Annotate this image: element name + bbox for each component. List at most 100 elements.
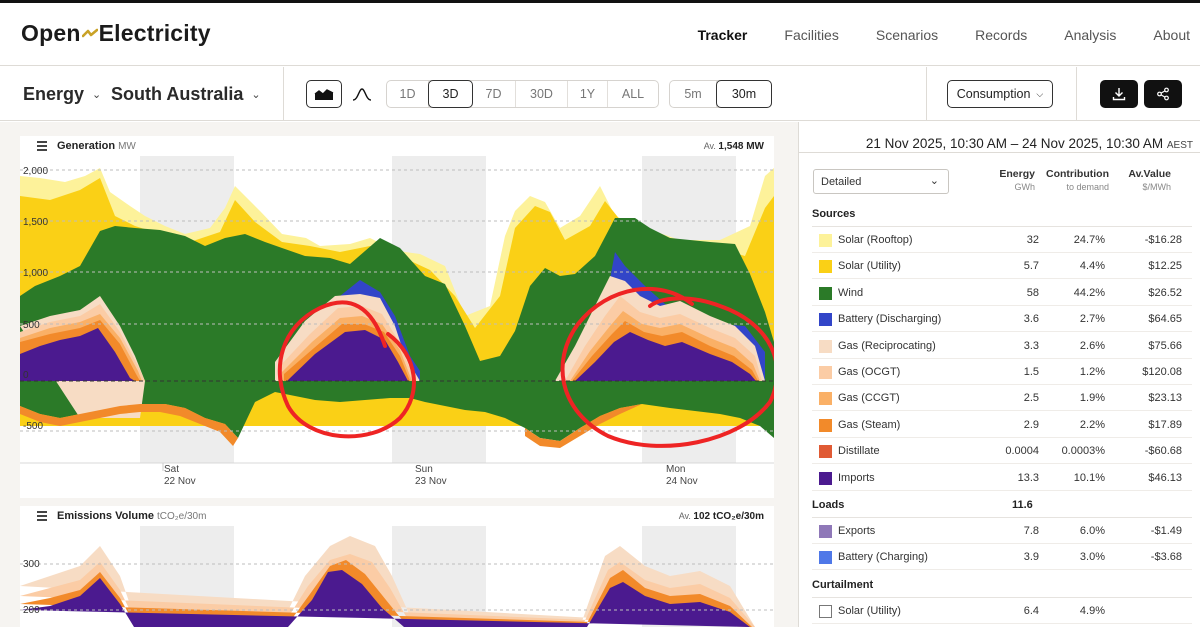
- column-sub: GWh: [1014, 182, 1035, 192]
- color-swatch[interactable]: [819, 366, 832, 379]
- line-chart-button[interactable]: [344, 80, 380, 108]
- color-swatch[interactable]: [819, 339, 832, 353]
- section-curtailment: Curtailment: [812, 579, 874, 591]
- column-label: Energy: [999, 168, 1035, 180]
- row-value: $46.13: [1148, 471, 1182, 484]
- y-tick-label: -500: [23, 421, 43, 432]
- download-button[interactable]: [1100, 80, 1138, 108]
- emissions-average-prefix: Av.: [678, 511, 691, 521]
- row-name: Solar (Utility): [838, 260, 901, 273]
- row-name: Solar (Utility): [838, 605, 901, 617]
- nav-about[interactable]: About: [1153, 27, 1190, 43]
- nav-analysis[interactable]: Analysis: [1064, 27, 1116, 43]
- row-contribution: 4.4%: [1079, 260, 1105, 273]
- table-row[interactable]: Gas (Reciprocating) 3.3 2.6% $75.66: [812, 333, 1192, 359]
- y-tick-label: 500: [23, 320, 40, 331]
- table-row[interactable]: Wind 58 44.2% $26.52: [812, 280, 1192, 306]
- generation-unit: MW: [118, 141, 136, 152]
- interval-30m[interactable]: 30m: [716, 80, 772, 108]
- table-row[interactable]: Imports 13.3 10.1% $46.13: [812, 465, 1192, 491]
- emissions-chart[interactable]: 300 200: [20, 526, 774, 627]
- table-row[interactable]: Solar (Utility) 6.4 4.9%: [812, 598, 1192, 624]
- emissions-title-text: Emissions Volume: [57, 510, 154, 522]
- table-row[interactable]: Gas (Steam) 2.9 2.2% $17.89: [812, 412, 1192, 438]
- row-contribution: 44.2%: [1073, 286, 1105, 299]
- nav-tracker[interactable]: Tracker: [698, 27, 748, 43]
- row-energy: 7.8: [1023, 525, 1039, 537]
- row-energy: 58: [1026, 286, 1039, 299]
- color-swatch[interactable]: [819, 418, 832, 432]
- table-row[interactable]: Gas (OCGT) 1.5 1.2% $120.08: [812, 359, 1192, 385]
- range-1d[interactable]: 1D: [387, 81, 429, 107]
- row-contribution: 2.2%: [1079, 418, 1105, 431]
- chevron-down-icon: ⌵: [1036, 88, 1044, 99]
- top-navigation: Open Electricity Tracker Facilities Scen…: [0, 0, 1200, 66]
- detail-mode-select[interactable]: Detailed ⌄: [813, 169, 949, 194]
- metric-select-label: Energy: [23, 84, 85, 104]
- y-tick-label: 1,000: [23, 268, 48, 279]
- color-swatch[interactable]: [819, 445, 832, 459]
- nav-records[interactable]: Records: [975, 27, 1027, 43]
- nav-facilities[interactable]: Facilities: [784, 27, 838, 43]
- column-label: Av.Value: [1128, 168, 1171, 180]
- table-row[interactable]: Battery (Discharging) 3.6 2.7% $64.65: [812, 306, 1192, 333]
- color-swatch[interactable]: [819, 525, 832, 538]
- color-swatch[interactable]: [819, 286, 832, 300]
- control-bar: Energy ⌄ South Australia ⌄ 1D 3D 7D 30D …: [0, 67, 1200, 121]
- timezone-label: AEST: [1166, 140, 1193, 151]
- range-all[interactable]: ALL: [608, 81, 658, 107]
- logo[interactable]: Open Electricity: [21, 20, 211, 47]
- row-value: -$60.68: [1144, 445, 1182, 458]
- x-date-label: 22 Nov: [164, 476, 196, 487]
- x-day-label: Sat: [164, 464, 179, 475]
- range-3d[interactable]: 3D: [428, 80, 473, 108]
- range-1y[interactable]: 1Y: [568, 81, 608, 107]
- logo-bolt-icon: [81, 28, 98, 37]
- row-value: $120.08: [1142, 366, 1182, 378]
- menu-icon[interactable]: [37, 141, 47, 153]
- row-contribution: 2.6%: [1079, 339, 1105, 352]
- logo-text-open: Open: [21, 20, 81, 46]
- row-contribution: 24.7%: [1073, 234, 1105, 246]
- table-row[interactable]: Distillate 0.0004 0.0003% -$60.68: [812, 438, 1192, 465]
- color-swatch[interactable]: [819, 551, 832, 565]
- menu-icon[interactable]: [37, 511, 47, 523]
- color-swatch[interactable]: [819, 260, 832, 274]
- color-swatch[interactable]: [819, 605, 832, 618]
- nav-scenarios[interactable]: Scenarios: [876, 27, 938, 43]
- row-value: -$16.28: [1144, 234, 1182, 246]
- row-name: Imports: [838, 471, 875, 484]
- row-name: Battery (Discharging): [838, 313, 942, 326]
- detail-mode-label: Detailed: [821, 175, 862, 188]
- metric-select[interactable]: Energy ⌄: [23, 84, 101, 105]
- table-row[interactable]: Battery (Charging) 3.9 3.0% -$3.68: [812, 544, 1192, 571]
- x-date-label: 24 Nov: [666, 476, 698, 487]
- row-name: Battery (Charging): [838, 551, 928, 564]
- table-row[interactable]: Solar (Rooftop) 32 24.7% -$16.28: [812, 227, 1192, 253]
- table-row[interactable]: Exports 7.8 6.0% -$1.49: [812, 518, 1192, 544]
- color-swatch[interactable]: [819, 471, 832, 485]
- y-tick-label: 0: [23, 370, 29, 381]
- table-row[interactable]: Gas (CCGT) 2.5 1.9% $23.13: [812, 385, 1192, 412]
- color-swatch[interactable]: [819, 392, 832, 406]
- color-swatch[interactable]: [819, 234, 832, 247]
- interval-5m[interactable]: 5m: [670, 81, 717, 107]
- date-range: 21 Nov 2025, 10:30 AM – 24 Nov 2025, 10:…: [799, 136, 1193, 151]
- row-contribution: 10.1%: [1073, 471, 1105, 484]
- generation-chart[interactable]: 2,000 1,500 1,000 500 0 -500 Sat 22 Nov …: [20, 156, 774, 498]
- range-7d[interactable]: 7D: [472, 81, 516, 107]
- share-button[interactable]: [1144, 80, 1182, 108]
- emissions-average-value: 102 tCO₂e/30m: [693, 511, 764, 522]
- summary-table: 21 Nov 2025, 10:30 AM – 24 Nov 2025, 10:…: [798, 122, 1200, 627]
- color-swatch[interactable]: [819, 313, 832, 327]
- row-contribution: 4.9%: [1079, 605, 1105, 617]
- row-name: Gas (CCGT): [838, 392, 900, 405]
- table-row[interactable]: Solar (Utility) 5.7 4.4% $12.25: [812, 253, 1192, 280]
- region-select[interactable]: South Australia ⌄: [111, 84, 261, 105]
- column-sub: $/MWh: [1142, 182, 1171, 192]
- generation-average-value: 1,548 MW: [718, 141, 764, 152]
- row-energy: 3.3: [1023, 339, 1039, 352]
- consumption-select[interactable]: Consumption ⌵: [947, 80, 1053, 108]
- range-30d[interactable]: 30D: [516, 81, 568, 107]
- area-chart-button[interactable]: [306, 80, 342, 108]
